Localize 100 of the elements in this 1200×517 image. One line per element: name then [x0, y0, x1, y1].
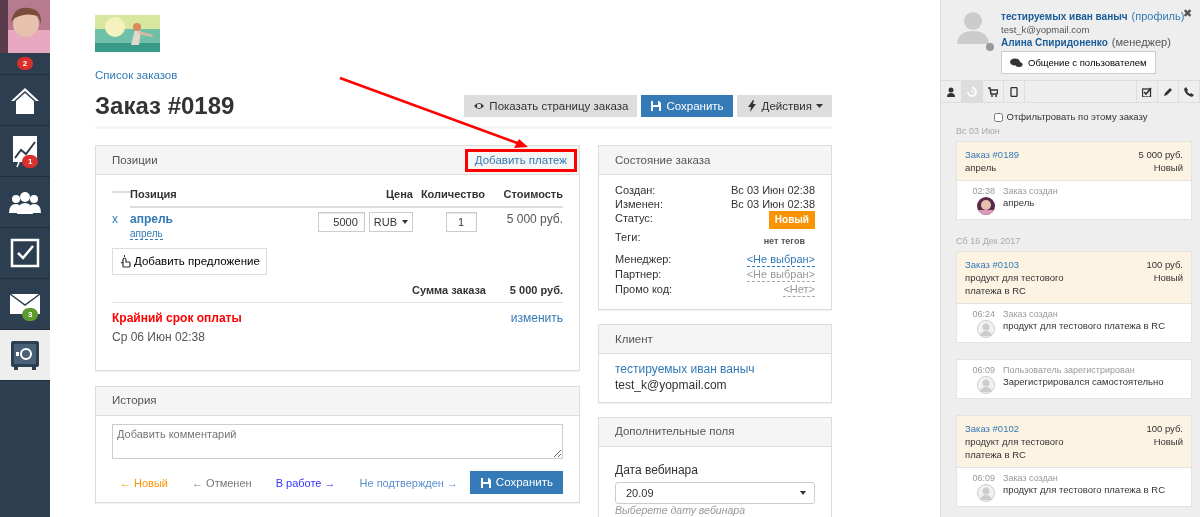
field-label: Партнер:	[615, 267, 662, 283]
price-field[interactable]: 5000	[317, 211, 365, 232]
order-amount: 5 000 руб.	[1138, 148, 1183, 162]
add-offer-button[interactable]: Добавить предложение	[112, 248, 267, 276]
field-label: Изменен:	[615, 197, 663, 212]
manager-link[interactable]: Алина Спиридоненко	[1001, 36, 1108, 49]
product-name: продукт для тестового платежа в RC	[965, 270, 1065, 297]
field-label: Статус:	[615, 211, 653, 227]
field-label: Теги:	[615, 230, 641, 246]
column-header: Позиция	[130, 183, 273, 208]
save-icon	[479, 476, 492, 489]
event-title: Пользователь зарегистрирован	[1003, 363, 1136, 376]
caret-icon	[816, 104, 823, 108]
pointing-hand-icon	[119, 255, 131, 269]
checkbox-icon	[1142, 86, 1152, 97]
panel-title: Позиции	[112, 152, 158, 168]
eye-icon	[473, 100, 486, 112]
avatar-icon	[977, 375, 995, 394]
user-link[interactable]: тестируемых иван ваныч	[1001, 10, 1128, 23]
close-button[interactable]: ✖	[1183, 6, 1192, 21]
user-avatar-icon	[955, 10, 995, 51]
panel-title: Клиент	[615, 331, 653, 347]
order-link[interactable]: Заказ #0189	[965, 148, 1131, 162]
panel-title: Состояние заказа	[615, 152, 711, 168]
event-text: апрель	[1003, 197, 1036, 210]
field-label: Дата вебинара	[615, 462, 699, 479]
status-link[interactable]: Не подтвержден →	[359, 475, 458, 490]
item-link[interactable]: апрель	[130, 211, 173, 228]
panel-title: История	[112, 393, 157, 409]
event-title: Заказ создан	[1003, 471, 1059, 484]
count-badge: 3	[22, 308, 39, 321]
breadcrumb-link[interactable]: Список заказов	[95, 68, 178, 83]
filter-checkbox[interactable]	[993, 112, 1003, 122]
avatar-icon	[977, 319, 995, 338]
quantity-field[interactable]: 1	[445, 211, 477, 232]
order-amount: 100 руб.	[1146, 421, 1183, 435]
field-value: Вс 03 Июн 02:38	[731, 197, 815, 212]
date-select[interactable]: 20.09	[615, 482, 815, 505]
client-email: test_k@yopmail.com	[615, 378, 728, 394]
save-button[interactable]: Сохранить	[469, 471, 563, 495]
column-header: Количество	[413, 183, 493, 208]
column-header: Цена	[273, 183, 413, 208]
cart-icon	[988, 86, 998, 97]
select-link[interactable]: <Не выбран>	[746, 252, 815, 268]
event-title: Заказ создан	[1003, 307, 1059, 320]
actions-dropdown[interactable]: Действия	[736, 94, 832, 118]
status-badge: Новый	[768, 211, 815, 230]
safe-icon	[9, 339, 41, 371]
edit-link[interactable]: изменить	[510, 310, 563, 327]
order-link[interactable]: Заказ #0103	[965, 257, 1139, 271]
deadline-label: Крайний срок оплаты	[112, 310, 242, 327]
avatar-icon	[977, 483, 995, 502]
sidebar-item[interactable]: 3	[0, 279, 50, 330]
help-text: Выберете дату вебинара	[615, 504, 746, 517]
event-text: Зарегистрировался самостоятельно	[1003, 375, 1165, 388]
status-link[interactable]: В работе →	[275, 475, 336, 490]
phone-icon	[1184, 86, 1194, 97]
field-label: Менеджер:	[615, 252, 672, 268]
user-icon	[946, 86, 956, 97]
field-label: Создан:	[615, 183, 656, 198]
view-page-button[interactable]: Показать страницу заказа	[464, 94, 638, 118]
mail-icon	[9, 291, 41, 317]
order-status: Новый	[1152, 270, 1183, 285]
pencil-icon	[1163, 86, 1173, 97]
chat-button[interactable]: Общение с пользователем	[1001, 51, 1156, 74]
product-name: апрель	[965, 161, 998, 175]
product-name: продукт для тестового платежа в RC	[965, 434, 1065, 461]
history-icon	[967, 86, 977, 97]
currency-select[interactable]: RUB	[368, 211, 413, 232]
order-status: Новый	[1152, 434, 1183, 449]
variant-link[interactable]: апрель	[130, 228, 163, 241]
order-link[interactable]: Заказ #0102	[965, 421, 1139, 435]
save-button[interactable]: Сохранить	[641, 94, 733, 118]
cost-text: 5 000 руб.	[506, 211, 563, 226]
checkbox-icon	[10, 238, 40, 268]
field-value: Вс 03 Июн 02:38	[731, 183, 815, 198]
total-value: 5 000 руб.	[509, 283, 563, 298]
event-title: Заказ создан	[1003, 185, 1059, 198]
select-link[interactable]: <Не выбран>	[746, 267, 815, 283]
total-label: Сумма заказа	[412, 283, 486, 298]
remove-link[interactable]: x	[112, 211, 118, 226]
sidebar-item[interactable]	[0, 330, 50, 381]
count-badge: 2	[16, 57, 34, 70]
checkbox-label: Отфильтровать по этому заказу	[1006, 111, 1148, 124]
sidebar-item[interactable]: 1	[0, 126, 50, 177]
client-link[interactable]: тестируемых иван ваныч	[615, 362, 815, 378]
field-label: Промо код:	[615, 282, 673, 298]
comment-field[interactable]: Добавить комментарий	[112, 423, 563, 459]
save-icon	[650, 100, 663, 112]
caret-icon	[402, 219, 408, 224]
add-payment-link[interactable]: Добавить платеж	[474, 153, 567, 166]
status-link[interactable]: ← Отменен	[192, 475, 252, 490]
event-time: 02:38	[972, 185, 995, 198]
select-link[interactable]: <Нет>	[783, 282, 815, 298]
tags-text: нет тегов	[763, 235, 805, 249]
profile-link[interactable]: (профиль)	[1131, 10, 1185, 23]
order-amount: 100 руб.	[1146, 257, 1183, 271]
chat-icon	[1010, 58, 1023, 67]
count-badge: 1	[22, 155, 39, 168]
tablet-icon	[1009, 86, 1019, 97]
